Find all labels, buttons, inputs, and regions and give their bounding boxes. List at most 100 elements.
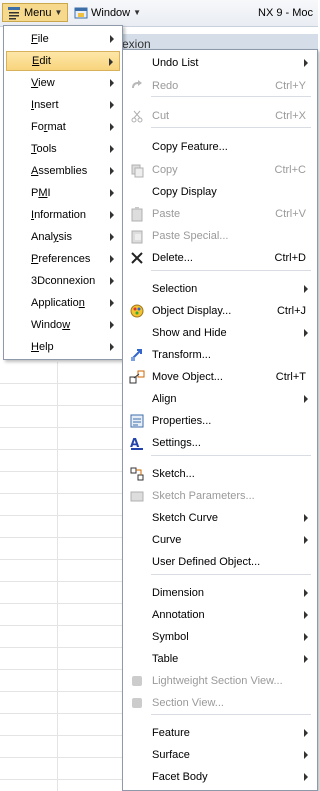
menu-separator <box>151 270 311 271</box>
edit-item-facet-body[interactable]: Facet Body <box>124 767 316 787</box>
menu-item-label: View <box>31 77 55 89</box>
paste-icon <box>131 207 143 222</box>
chevron-right-icon <box>304 59 308 67</box>
menu-item-assemblies[interactable]: Assemblies <box>6 161 120 181</box>
chevron-right-icon <box>110 277 114 285</box>
menu-item-label: PMI <box>31 187 51 199</box>
section-view-icon <box>132 698 142 708</box>
edit-item-label: Copy Display <box>152 186 217 198</box>
edit-item-object-display[interactable]: Object Display... Ctrl+J <box>124 301 316 321</box>
menu-item-3dconnexion[interactable]: 3Dconnexion <box>6 271 120 291</box>
menu-item-label: Format <box>31 121 66 133</box>
edit-item-delete[interactable]: Delete... Ctrl+D <box>124 248 316 268</box>
chevron-down-icon: ▼ <box>133 8 142 17</box>
menu-item-view[interactable]: View <box>6 73 120 93</box>
menu-item-tools[interactable]: Tools <box>6 139 120 159</box>
edit-item-label: Settings... <box>152 437 201 449</box>
edit-item-sketch-curve[interactable]: Sketch Curve <box>124 508 316 528</box>
workspace-grid <box>0 362 122 791</box>
menu-item-label: Assemblies <box>31 165 88 177</box>
chevron-right-icon <box>304 633 308 641</box>
edit-item-label: Curve <box>152 534 182 546</box>
edit-item-user-defined-object[interactable]: User Defined Object... <box>124 552 316 572</box>
chevron-right-icon <box>110 145 114 153</box>
edit-item-label: Section View... <box>152 697 224 709</box>
edit-item-copy-display[interactable]: Copy Display <box>124 182 316 202</box>
menu-item-help[interactable]: Help <box>6 337 120 357</box>
edit-item-label: User Defined Object... <box>152 556 261 568</box>
menu-item-information[interactable]: Information <box>6 205 120 225</box>
edit-item-label: Properties... <box>152 415 212 427</box>
edit-item-selection[interactable]: Selection <box>124 279 316 299</box>
menu-separator <box>151 455 311 456</box>
menu-button[interactable]: Menu ▼ <box>2 3 68 22</box>
menu-item-format[interactable]: Format <box>6 117 120 137</box>
menu-item-file[interactable]: File <box>6 29 120 49</box>
chevron-right-icon <box>110 255 114 263</box>
edit-item-label: Annotation <box>152 609 205 621</box>
edit-item-surface[interactable]: Surface <box>124 745 316 765</box>
edit-item-dimension[interactable]: Dimension <box>124 583 316 603</box>
edit-item-sketch-parameters: Sketch Parameters... <box>124 486 316 506</box>
edit-item-copy-feature[interactable]: Copy Feature... <box>124 137 316 157</box>
edit-item-table[interactable]: Table <box>124 649 316 669</box>
edit-item-shortcut: Ctrl+T <box>275 371 306 383</box>
window-button[interactable]: Window ▼ <box>70 3 158 22</box>
chevron-right-icon <box>110 189 114 197</box>
edit-item-label: Facet Body <box>152 771 208 783</box>
edit-item-copy: Copy Ctrl+C <box>124 160 316 180</box>
chevron-down-icon: ▼ <box>54 8 63 17</box>
edit-item-annotation[interactable]: Annotation <box>124 605 316 625</box>
menu-item-preferences[interactable]: Preferences <box>6 249 120 269</box>
edit-item-label: Sketch... <box>152 468 195 480</box>
window-icon <box>74 7 88 18</box>
sketch-parameters-icon <box>130 491 144 502</box>
edit-item-properties[interactable]: Properties... <box>124 411 316 431</box>
edit-item-shortcut: Ctrl+V <box>275 208 306 220</box>
chevron-right-icon <box>110 211 114 219</box>
cut-icon <box>131 110 143 123</box>
edit-item-paste: Paste Ctrl+V <box>124 204 316 224</box>
chevron-right-icon <box>110 343 114 351</box>
edit-item-symbol[interactable]: Symbol <box>124 627 316 647</box>
edit-item-shortcut: Ctrl+D <box>274 252 306 264</box>
edit-item-align[interactable]: Align <box>124 389 316 409</box>
edit-item-label: Undo List <box>152 57 199 69</box>
edit-item-feature[interactable]: Feature <box>124 723 316 743</box>
edit-item-curve[interactable]: Curve <box>124 530 316 550</box>
menu-item-pmi[interactable]: PMI <box>6 183 120 203</box>
edit-item-settings[interactable]: A Settings... <box>124 433 316 453</box>
chevron-right-icon <box>110 35 114 43</box>
transform-icon <box>131 349 142 361</box>
menu-item-label: Tools <box>31 143 57 155</box>
edit-item-label: Object Display... <box>152 305 232 317</box>
menu-item-window[interactable]: Window <box>6 315 120 335</box>
edit-item-shortcut: Ctrl+J <box>276 305 306 317</box>
properties-icon <box>130 414 144 428</box>
edit-item-move-object[interactable]: Move Object... Ctrl+T <box>124 367 316 387</box>
edit-item-undo-list[interactable]: Undo List <box>124 53 316 73</box>
chevron-right-icon <box>304 285 308 293</box>
workspace-grid-divider <box>57 362 58 791</box>
edit-item-show-and-hide[interactable]: Show and Hide <box>124 323 316 343</box>
menu-item-label: Information <box>31 209 87 221</box>
edit-item-label: Dimension <box>152 587 204 599</box>
sketch-icon <box>130 467 144 481</box>
edit-item-label: Redo <box>152 80 179 92</box>
edit-item-transform[interactable]: Transform... <box>124 345 316 365</box>
top-toolbar: Menu ▼ Window ▼ NX 9 - Moc <box>0 0 318 27</box>
chevron-right-icon <box>304 589 308 597</box>
edit-item-label: Surface <box>152 749 190 761</box>
menu-item-label: Edit <box>32 55 51 67</box>
menu-item-application[interactable]: Application <box>6 293 120 313</box>
edit-item-shortcut: Ctrl+Y <box>275 80 306 92</box>
edit-item-sketch[interactable]: Sketch... <box>124 464 316 484</box>
edit-item-label: Sketch Parameters... <box>152 490 255 502</box>
chevron-right-icon <box>304 655 308 663</box>
menu-item-label: Help <box>31 341 54 353</box>
edit-item-label: Show and Hide <box>152 327 227 339</box>
menu-item-insert[interactable]: Insert <box>6 95 120 115</box>
menu-item-analysis[interactable]: Analysis <box>6 227 120 247</box>
menu-item-edit[interactable]: Edit <box>6 51 120 71</box>
chevron-right-icon <box>110 123 114 131</box>
